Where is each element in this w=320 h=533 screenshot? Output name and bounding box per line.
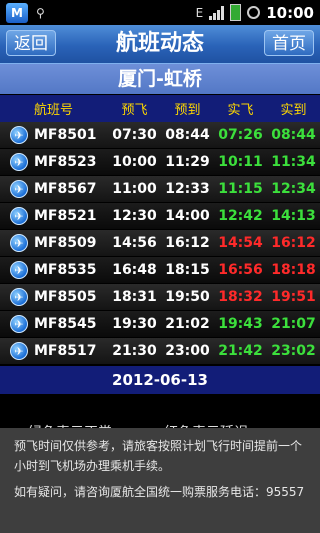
plane-icon: ✈ [10, 234, 28, 252]
plane-icon: ✈ [10, 288, 28, 306]
table-header: 航班号 预飞 预到 实飞 实到 [0, 95, 320, 122]
flight-number: MF8523 [34, 154, 97, 170]
date-label: 2012-06-13 [0, 366, 320, 394]
act-arr: 08:44 [271, 127, 316, 143]
act-arr: 14:13 [271, 208, 316, 224]
plane-icon: ✈ [10, 315, 28, 333]
column-header-act-arr: 实到 [280, 103, 307, 118]
flight-number: MF8521 [34, 208, 97, 224]
sched-arr: 18:15 [165, 262, 210, 278]
plane-icon: ✈ [10, 342, 28, 360]
act-dep: 11:15 [218, 181, 263, 197]
flight-number: MF8517 [34, 343, 97, 359]
flight-number: MF8501 [34, 127, 97, 143]
sched-arr: 19:50 [165, 289, 210, 305]
sched-arr: 12:33 [165, 181, 210, 197]
app-notification-icon: M [6, 2, 28, 23]
column-header-sched-arr: 预到 [174, 103, 201, 118]
table-row[interactable]: ✈ MF8521 12:30 14:00 12:42 14:13 [0, 203, 320, 230]
status-bar: M ⚲ E 10:00 [0, 0, 320, 25]
flight-list: ✈ MF8501 07:30 08:44 07:26 08:44 ✈ MF8523 … [0, 122, 320, 365]
sched-arr: 23:00 [165, 343, 210, 359]
table-row[interactable]: ✈ MF8509 14:56 16:12 14:54 16:12 [0, 230, 320, 257]
route-label: 厦门-虹桥 [0, 64, 320, 94]
network-type-indicator: E [195, 5, 204, 20]
sched-dep: 12:30 [112, 208, 157, 224]
sched-dep: 10:00 [112, 154, 157, 170]
flight-number: MF8509 [34, 235, 97, 251]
act-arr: 21:07 [271, 316, 316, 332]
alarm-icon [247, 6, 261, 19]
sched-arr: 21:02 [165, 316, 210, 332]
sched-arr: 16:12 [165, 235, 210, 251]
sched-dep: 21:30 [112, 343, 157, 359]
plane-icon: ✈ [10, 261, 28, 279]
column-header-act-dep: 实飞 [227, 103, 254, 118]
act-arr: 19:51 [271, 289, 316, 305]
act-dep: 18:32 [218, 289, 263, 305]
act-dep: 14:54 [218, 235, 263, 251]
sched-dep: 19:30 [112, 316, 157, 332]
flight-number: MF8545 [34, 316, 97, 332]
notice-panel: 预飞时间仅供参考，请旅客按照计划飞行时间提前一个小时到飞机场办理乘机手续。 如有… [0, 428, 320, 533]
plane-icon: ✈ [10, 153, 28, 171]
status-time: 10:00 [266, 3, 314, 22]
act-dep: 19:43 [218, 316, 263, 332]
table-row[interactable]: ✈ MF8523 10:00 11:29 10:11 11:34 [0, 149, 320, 176]
act-arr: 12:34 [271, 181, 316, 197]
flight-number: MF8567 [34, 181, 97, 197]
act-dep: 21:42 [218, 343, 263, 359]
sched-dep: 18:31 [112, 289, 157, 305]
signal-strength-icon [209, 5, 225, 20]
table-row[interactable]: ✈ MF8567 11:00 12:33 11:15 12:34 [0, 176, 320, 203]
column-header-flight: 航班号 [34, 103, 74, 118]
plane-icon: ✈ [10, 180, 28, 198]
act-dep: 12:42 [218, 208, 263, 224]
act-dep: 07:26 [218, 127, 263, 143]
plane-icon: ✈ [10, 126, 28, 144]
sched-dep: 16:48 [112, 262, 157, 278]
act-arr: 18:18 [271, 262, 316, 278]
act-dep: 16:56 [218, 262, 263, 278]
sched-dep: 07:30 [112, 127, 157, 143]
back-button[interactable]: 返回 [6, 30, 56, 56]
contact-text: 如有疑问，请咨询厦航全国统一购票服务电话：95557 [14, 485, 305, 499]
sched-arr: 14:00 [165, 208, 210, 224]
column-header-sched-dep: 预飞 [121, 103, 148, 118]
sched-arr: 08:44 [165, 127, 210, 143]
act-arr: 11:34 [271, 154, 316, 170]
table-row[interactable]: ✈ MF8517 21:30 23:00 21:42 23:02 [0, 338, 320, 365]
flight-number: MF8505 [34, 289, 97, 305]
table-row[interactable]: ✈ MF8501 07:30 08:44 07:26 08:44 [0, 122, 320, 149]
usb-icon: ⚲ [36, 5, 45, 20]
table-row[interactable]: ✈ MF8535 16:48 18:15 16:56 18:18 [0, 257, 320, 284]
battery-icon [230, 4, 242, 21]
plane-icon: ✈ [10, 207, 28, 225]
act-arr: 23:02 [271, 343, 316, 359]
flight-number: MF8535 [34, 262, 97, 278]
sched-dep: 11:00 [112, 181, 157, 197]
sched-dep: 14:56 [112, 235, 157, 251]
title-bar: 航班动态 返回 首页 [0, 25, 320, 64]
table-row[interactable]: ✈ MF8545 19:30 21:02 19:43 21:07 [0, 311, 320, 338]
table-row[interactable]: ✈ MF8505 18:31 19:50 18:32 19:51 [0, 284, 320, 311]
act-arr: 16:12 [271, 235, 316, 251]
act-dep: 10:11 [218, 154, 263, 170]
sched-arr: 11:29 [165, 154, 210, 170]
notice-text: 预飞时间仅供参考，请旅客按照计划飞行时间提前一个小时到飞机场办理乘机手续。 [14, 439, 303, 473]
home-button[interactable]: 首页 [264, 30, 314, 56]
